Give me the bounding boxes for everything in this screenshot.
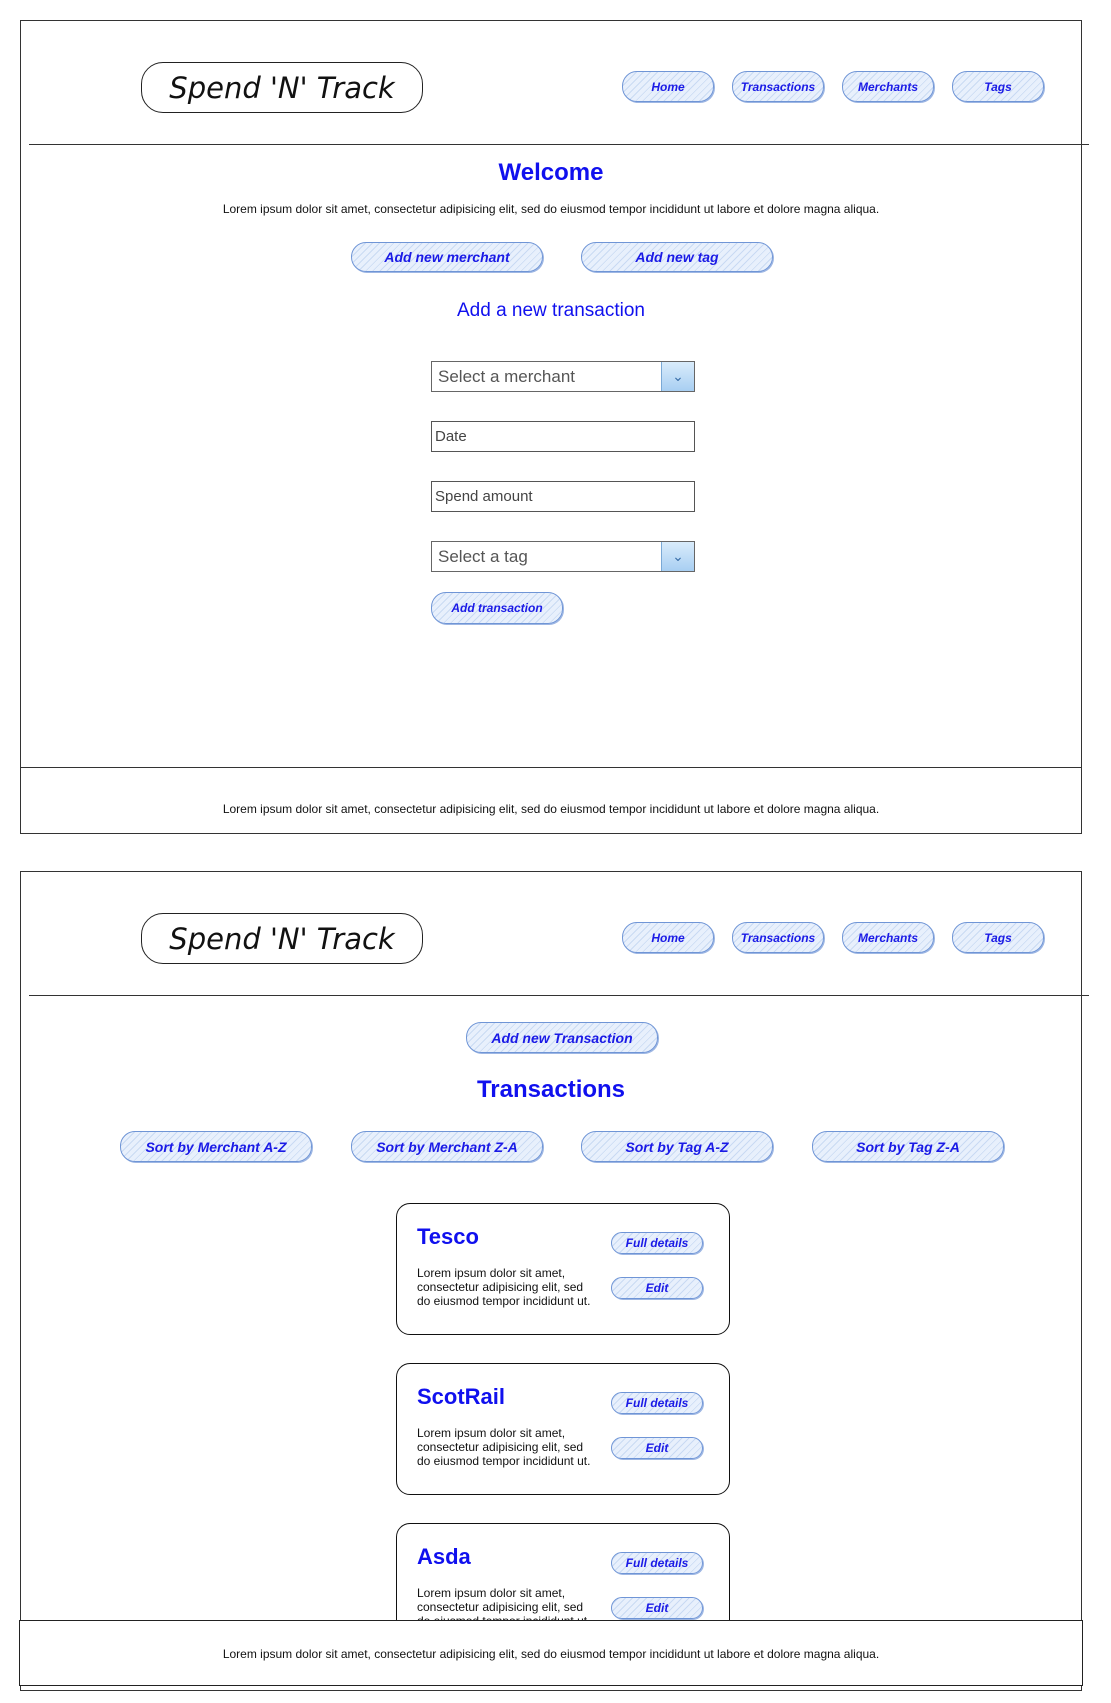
sort-merchant-za-label: Sort by Merchant Z-A — [376, 1138, 518, 1155]
nav-transactions-button[interactable]: Transactions — [732, 71, 824, 102]
edit-button[interactable]: Edit — [611, 1597, 703, 1619]
chevron-down-icon[interactable]: ⌄ — [661, 362, 694, 391]
add-merchant-label: Add new merchant — [384, 249, 510, 265]
nav-tags-button[interactable]: Tags — [952, 922, 1044, 953]
nav-home-button[interactable]: Home — [622, 71, 714, 102]
transactions-wireframe: Spend 'N' Track Home Transactions Mercha… — [19, 871, 1089, 1691]
nav-home-label: Home — [651, 930, 685, 945]
nav-home-label: Home — [651, 79, 685, 94]
nav-tags-label: Tags — [984, 930, 1012, 945]
nav-transactions-label: Transactions — [740, 79, 816, 94]
footer-text: Lorem ipsum dolor sit amet, consectetur … — [222, 1647, 880, 1661]
merchant-select-value: Select a merchant — [438, 366, 576, 386]
sort-tag-za-button[interactable]: Sort by Tag Z-A — [812, 1131, 1004, 1162]
welcome-heading: Welcome — [498, 159, 604, 186]
full-details-label: Full details — [625, 1396, 689, 1410]
app-title: Spend 'N' Track — [169, 70, 395, 105]
add-transaction-form-title: Add a new transaction — [456, 300, 645, 321]
sort-merchant-az-button[interactable]: Sort by Merchant A-Z — [120, 1131, 312, 1162]
edit-label: Edit — [645, 1441, 669, 1455]
nav-merchants-button[interactable]: Merchants — [842, 922, 934, 953]
welcome-text: Lorem ipsum dolor sit amet, consectetur … — [222, 202, 880, 216]
full-details-label: Full details — [625, 1556, 689, 1570]
chevron-down-icon[interactable]: ⌄ — [661, 542, 694, 571]
footer: Lorem ipsum dolor sit amet, consectetur … — [19, 1620, 1083, 1686]
edit-button[interactable]: Edit — [611, 1437, 703, 1459]
transaction-card: ScotRail Lorem ipsum dolor sit amet, con… — [396, 1363, 730, 1495]
add-tag-button[interactable]: Add new tag — [581, 242, 773, 272]
app-logo[interactable]: Spend 'N' Track — [141, 913, 423, 964]
transaction-card: Tesco Lorem ipsum dolor sit amet, consec… — [396, 1203, 730, 1335]
sort-tag-za-label: Sort by Tag Z-A — [856, 1138, 960, 1155]
nav-home-button[interactable]: Home — [622, 922, 714, 953]
nav-merchants-label: Merchants — [857, 79, 919, 94]
nav-merchants-button[interactable]: Merchants — [842, 71, 934, 102]
tag-select-value: Select a tag — [438, 546, 528, 566]
sort-tag-az-button[interactable]: Sort by Tag A-Z — [581, 1131, 773, 1162]
edit-label: Edit — [645, 1281, 669, 1295]
header-divider — [29, 144, 1089, 145]
card-merchant-name: Asda — [417, 1544, 471, 1569]
nav-transactions-button[interactable]: Transactions — [732, 922, 824, 953]
add-tag-label: Add new tag — [635, 249, 719, 265]
add-new-transaction-label: Add new Transaction — [491, 1029, 633, 1046]
full-details-button[interactable]: Full details — [611, 1552, 703, 1574]
add-transaction-label: Add transaction — [451, 601, 543, 615]
edit-label: Edit — [645, 1601, 669, 1615]
app-logo[interactable]: Spend 'N' Track — [141, 62, 423, 113]
nav-merchants-label: Merchants — [857, 930, 919, 945]
transactions-heading: Transactions — [476, 1076, 626, 1103]
home-wireframe: Spend 'N' Track Home Transactions Mercha… — [20, 20, 1089, 834]
sort-merchant-az-label: Sort by Merchant A-Z — [145, 1138, 287, 1155]
card-merchant-name: ScotRail — [417, 1384, 506, 1409]
full-details-button[interactable]: Full details — [611, 1392, 703, 1414]
card-description: Lorem ipsum dolor sit amet, consectetur … — [417, 1426, 591, 1468]
nav-tags-button[interactable]: Tags — [952, 71, 1044, 102]
card-description: Lorem ipsum dolor sit amet, consectetur … — [417, 1266, 591, 1308]
sort-merchant-za-button[interactable]: Sort by Merchant Z-A — [351, 1131, 543, 1162]
add-new-transaction-button[interactable]: Add new Transaction — [466, 1022, 658, 1053]
add-merchant-button[interactable]: Add new merchant — [351, 242, 543, 272]
full-details-label: Full details — [625, 1236, 689, 1250]
date-placeholder: Date — [435, 428, 467, 445]
spend-amount-placeholder: Spend amount — [435, 488, 533, 505]
nav-tags-label: Tags — [984, 79, 1012, 94]
full-details-button[interactable]: Full details — [611, 1232, 703, 1254]
footer-text: Lorem ipsum dolor sit amet, consectetur … — [222, 802, 880, 816]
edit-button[interactable]: Edit — [611, 1277, 703, 1299]
card-merchant-name: Tesco — [417, 1224, 479, 1249]
add-transaction-button[interactable]: Add transaction — [431, 592, 563, 624]
tag-select[interactable]: Select a tag ⌄ — [431, 541, 695, 572]
footer-divider — [21, 767, 1081, 768]
date-field[interactable]: Date — [431, 421, 695, 452]
header-divider — [29, 995, 1089, 996]
sort-tag-az-label: Sort by Tag A-Z — [625, 1138, 729, 1155]
nav-transactions-label: Transactions — [740, 930, 816, 945]
merchant-select[interactable]: Select a merchant ⌄ — [431, 361, 695, 392]
spend-amount-field[interactable]: Spend amount — [431, 481, 695, 512]
app-title: Spend 'N' Track — [169, 921, 395, 956]
